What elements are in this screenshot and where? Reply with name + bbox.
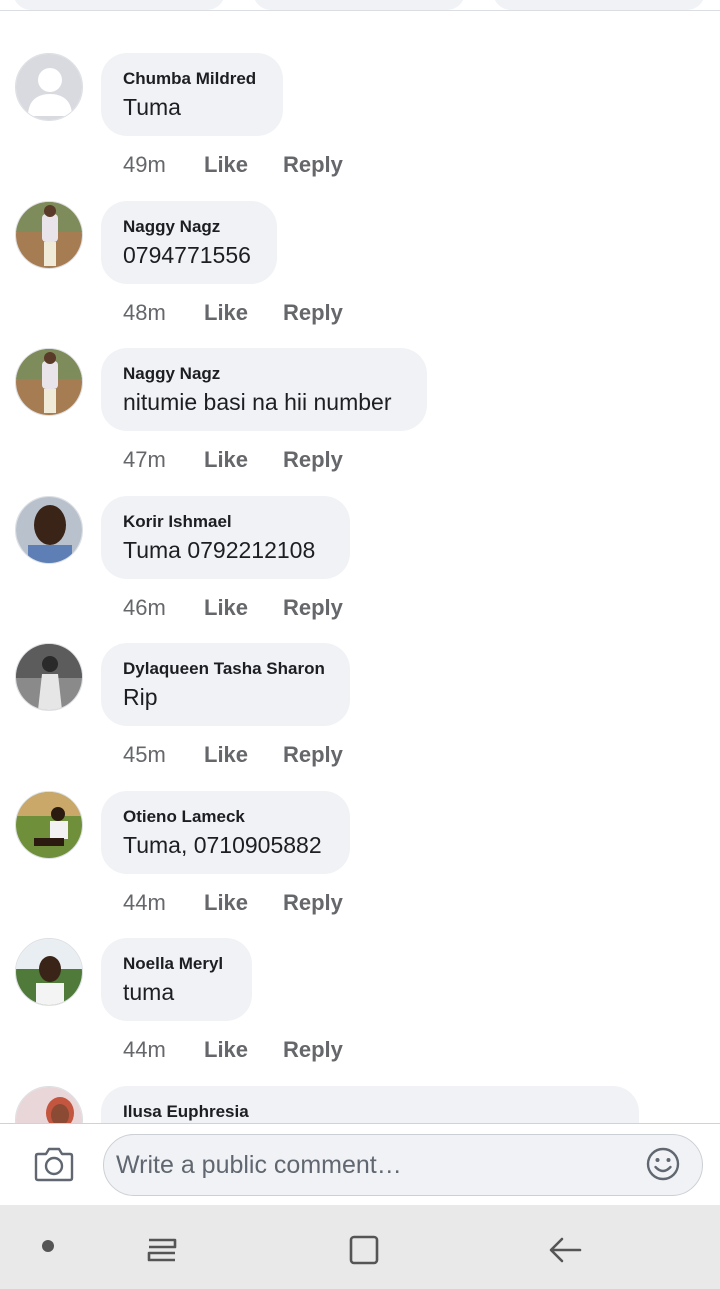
comment-bubble[interactable]: Dylaqueen Tasha Sharon Rip	[101, 643, 350, 726]
smiley-icon[interactable]	[645, 1146, 681, 1182]
comment-bubble[interactable]: Chumba Mildred Tuma	[101, 53, 283, 136]
like-button[interactable]: Like	[204, 1037, 283, 1063]
comment-text: tuma	[123, 979, 175, 1005]
profile-photo-icon	[16, 497, 82, 563]
comment-text: Tuma	[123, 94, 181, 120]
avatar[interactable]	[15, 53, 83, 121]
camera-icon[interactable]	[32, 1144, 76, 1184]
comment-actions: 49m Like Reply	[123, 151, 343, 179]
comment-time[interactable]: 44m	[123, 890, 204, 916]
comment-list: Chumba Mildred Tuma 49m Like Reply Naggy…	[0, 0, 720, 1123]
profile-photo-icon	[16, 202, 82, 268]
comment-time[interactable]: 45m	[123, 742, 204, 768]
comment-author[interactable]: Naggy Nagz	[123, 363, 405, 385]
reply-button[interactable]: Reply	[283, 595, 343, 621]
system-navigation-bar	[0, 1205, 720, 1289]
comment-bubble[interactable]: Noella Meryl tuma	[101, 938, 252, 1021]
reply-button[interactable]: Reply	[283, 447, 343, 473]
comment-author[interactable]: Dylaqueen Tasha Sharon	[123, 658, 328, 680]
comment-time[interactable]: 48m	[123, 300, 204, 326]
comment-author[interactable]: Otieno Lameck	[123, 806, 328, 828]
comment-actions: 44m Like Reply	[123, 889, 343, 917]
comment-item: Korir Ishmael Tuma 0792212108 46m Like R…	[0, 496, 720, 643]
comment-item: Naggy Nagz 0794771556 48m Like Reply	[0, 201, 720, 348]
comment-author[interactable]: Korir Ishmael	[123, 511, 328, 533]
like-button[interactable]: Like	[204, 742, 283, 768]
comment-bubble[interactable]: Naggy Nagz nitumie basi na hii number	[101, 348, 427, 431]
like-button[interactable]: Like	[204, 300, 283, 326]
comment-item: Dylaqueen Tasha Sharon Rip 45m Like Repl…	[0, 643, 720, 790]
comment-text: 0794771556	[123, 242, 251, 268]
comment-text: Tuma 0792212108	[123, 537, 316, 563]
comment-time[interactable]: 49m	[123, 152, 204, 178]
avatar[interactable]	[15, 496, 83, 564]
comment-author[interactable]: Ilusa Euphresia	[123, 1101, 617, 1123]
like-button[interactable]: Like	[204, 447, 283, 473]
comment-actions: 48m Like Reply	[123, 299, 343, 327]
like-button[interactable]: Like	[204, 152, 283, 178]
comment-author[interactable]: Chumba Mildred	[123, 68, 261, 90]
comment-time[interactable]: 47m	[123, 447, 204, 473]
avatar[interactable]	[15, 791, 83, 859]
back-icon[interactable]	[547, 1234, 583, 1266]
dot-icon[interactable]	[42, 1240, 54, 1252]
comment-bubble[interactable]: Korir Ishmael Tuma 0792212108	[101, 496, 350, 579]
profile-photo-icon	[16, 644, 82, 710]
recent-apps-icon[interactable]	[145, 1234, 179, 1266]
comment-actions: 44m Like Reply	[123, 1036, 343, 1064]
profile-photo-icon	[16, 1087, 82, 1123]
avatar[interactable]	[15, 938, 83, 1006]
reply-button[interactable]: Reply	[283, 1037, 343, 1063]
comment-bubble[interactable]: Ilusa Euphresia	[101, 1086, 639, 1123]
avatar[interactable]	[15, 201, 83, 269]
profile-photo-icon	[16, 939, 82, 1005]
comment-item: Noella Meryl tuma 44m Like Reply	[0, 938, 720, 1085]
comment-item: Naggy Nagz nitumie basi na hii number 47…	[0, 348, 720, 495]
like-button[interactable]: Like	[204, 595, 283, 621]
reply-button[interactable]: Reply	[283, 300, 343, 326]
comment-time[interactable]: 44m	[123, 1037, 204, 1063]
comment-author[interactable]: Noella Meryl	[123, 953, 230, 975]
avatar[interactable]	[15, 348, 83, 416]
comment-input[interactable]	[103, 1134, 703, 1196]
home-icon[interactable]	[347, 1233, 381, 1267]
comment-text: nitumie basi na hii number	[123, 389, 392, 415]
comment-item: Otieno Lameck Tuma, 0710905882 44m Like …	[0, 791, 720, 938]
comment-actions: 47m Like Reply	[123, 446, 343, 474]
profile-photo-icon	[16, 349, 82, 415]
comment-actions: 45m Like Reply	[123, 741, 343, 769]
comment-text: Tuma, 0710905882	[123, 832, 322, 858]
default-avatar-icon	[16, 54, 82, 120]
like-button[interactable]: Like	[204, 890, 283, 916]
comment-item: Ilusa Euphresia	[0, 1086, 720, 1123]
reply-button[interactable]: Reply	[283, 742, 343, 768]
reply-button[interactable]: Reply	[283, 152, 343, 178]
comment-time[interactable]: 46m	[123, 595, 204, 621]
avatar[interactable]	[15, 1086, 83, 1123]
comment-bubble[interactable]: Naggy Nagz 0794771556	[101, 201, 277, 284]
comment-actions: 46m Like Reply	[123, 594, 343, 622]
comment-bubble[interactable]: Otieno Lameck Tuma, 0710905882	[101, 791, 350, 874]
comment-composer	[0, 1123, 720, 1206]
avatar[interactable]	[15, 643, 83, 711]
comment-author[interactable]: Naggy Nagz	[123, 216, 255, 238]
comment-item: Chumba Mildred Tuma 49m Like Reply	[0, 53, 720, 200]
comment-text: Rip	[123, 684, 158, 710]
profile-photo-icon	[16, 792, 82, 858]
reply-button[interactable]: Reply	[283, 890, 343, 916]
